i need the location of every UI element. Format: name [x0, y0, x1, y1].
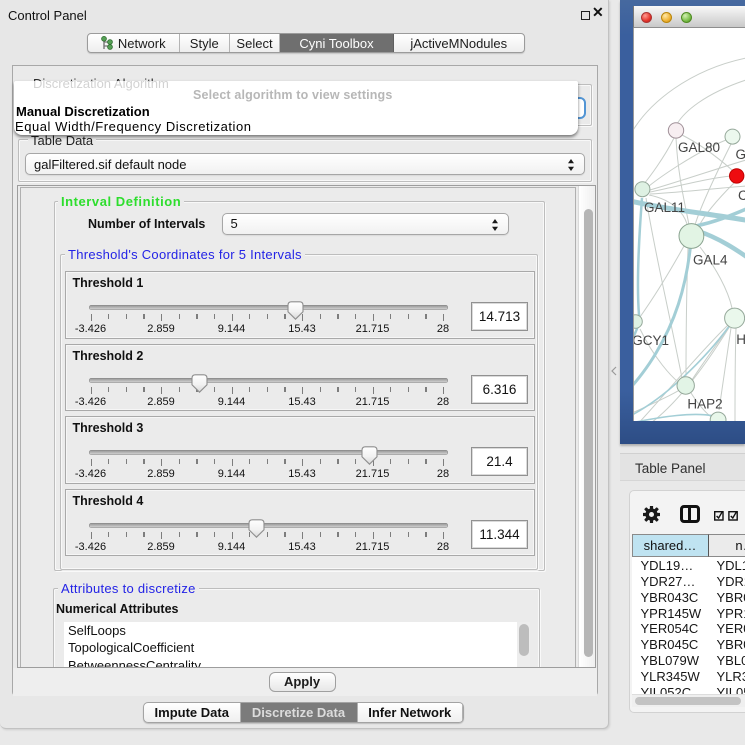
svg-text:GAL4: GAL4 — [693, 253, 728, 268]
svg-text:C: C — [738, 188, 745, 203]
svg-text:GAL11: GAL11 — [644, 200, 685, 215]
svg-text:GAL80: GAL80 — [678, 140, 720, 155]
svg-text:H: H — [736, 332, 745, 347]
svg-text:HAP2: HAP2 — [687, 397, 722, 412]
svg-text:GCY1: GCY1 — [634, 333, 669, 348]
svg-text:GA: GA — [736, 147, 745, 162]
